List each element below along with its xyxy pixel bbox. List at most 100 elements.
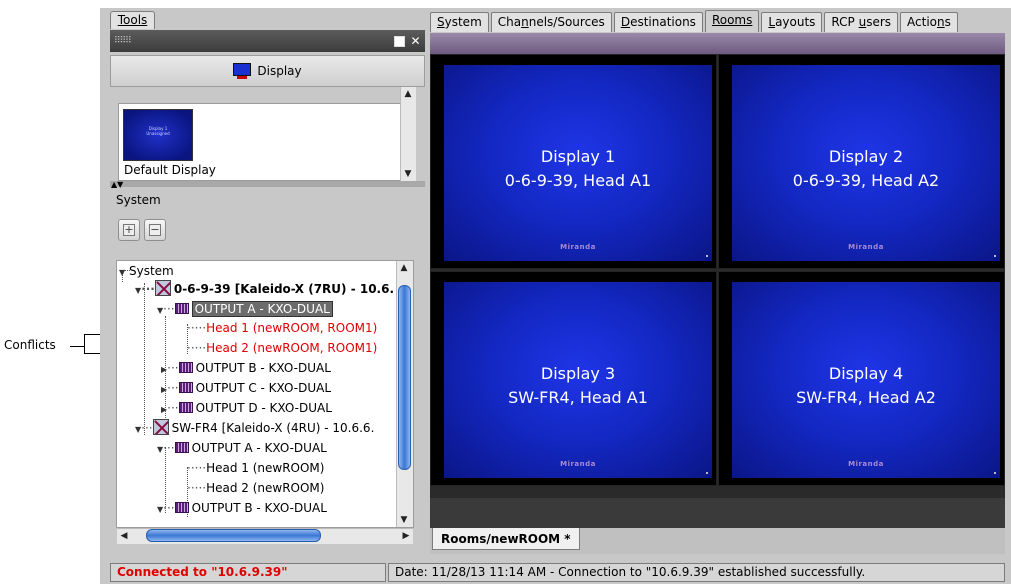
main-tabs: System Channels/Sources Destinations Roo… (430, 10, 960, 32)
room-canvas: Display 1 0-6-9-39, Head A1 Miranda Disp… (430, 54, 1005, 498)
device-conflict-icon (152, 419, 169, 435)
scroll-up-icon[interactable]: ▲ (401, 87, 415, 101)
panel-splitter[interactable] (110, 181, 425, 187)
tree-node-label: OUTPUT B - KXO-DUAL (191, 501, 327, 515)
palette-title-bar (110, 30, 425, 52)
tree-horizontal-scroll-thumb[interactable] (146, 529, 321, 542)
power-led-icon (994, 472, 996, 474)
display-name: Display 2 (828, 147, 904, 166)
tree-node-label: 0-6-9-39 [Kaleido-X (7RU) - 10.6. (173, 282, 395, 296)
display-1-screen[interactable]: Display 1 0-6-9-39, Head A1 Miranda (430, 54, 717, 269)
default-display-thumbnail[interactable]: Display 1 Unassigned (123, 109, 193, 161)
device-conflict-icon (154, 280, 171, 296)
tab-tools[interactable]: Tools (110, 11, 155, 29)
tab-label-pre: Cha (497, 15, 522, 29)
tab-label-pre: Actio (907, 15, 938, 29)
tab-system[interactable]: System (430, 12, 489, 32)
tree-node-label: OUTPUT C - KXO-DUAL (195, 381, 332, 395)
tab-label-pre: RCP (831, 15, 859, 29)
thumb-line2: Unassigned (146, 131, 170, 136)
output-card-icon (178, 362, 193, 373)
connection-status: Connected to "10.6.9.39" (110, 563, 386, 582)
annotation-bracket (84, 334, 85, 354)
tree-output-b[interactable]: ▶··· OUTPUT B - KXO-DUAL (161, 359, 331, 377)
tree-output-c[interactable]: ▶··· OUTPUT C - KXO-DUAL (161, 379, 331, 397)
tab-rooms[interactable]: Rooms (704, 10, 760, 32)
palette-scrollbar[interactable]: ▲ ▼ (400, 87, 416, 181)
power-led-icon (706, 472, 708, 474)
tree-node-label: Head 1 (newROOM) (206, 461, 325, 475)
tree-output-d[interactable]: ▶··· OUTPUT D - KXO-DUAL (161, 399, 332, 417)
tree-head2[interactable]: ·····Head 2 (newROOM) (187, 479, 324, 497)
tab-label-mnemonic: D (620, 15, 631, 29)
remove-button[interactable]: − (144, 219, 166, 241)
scroll-left-icon[interactable]: ◀ (117, 529, 131, 543)
display-source: 0-6-9-39, Head A1 (504, 171, 652, 190)
grip-icon[interactable]: ⠿⠿⠿ (114, 36, 132, 46)
maximize-icon[interactable] (394, 36, 405, 47)
tree-head2-conflict[interactable]: ·····Head 2 (newROOM, ROOM1) (187, 339, 377, 357)
tree-node-label: OUTPUT D - KXO-DUAL (195, 401, 332, 415)
tree-root-toggle-icon[interactable]: ▼ (119, 268, 125, 277)
tab-label-post: ayouts (775, 15, 816, 29)
tab-layouts[interactable]: Layouts (761, 12, 823, 32)
conflicts-annotation-label: Conflicts (4, 338, 56, 352)
system-panel-label: System (116, 193, 161, 207)
display-name: Display 3 (540, 364, 616, 383)
tree-node-label: Head 1 (newROOM, ROOM1) (206, 321, 378, 335)
scroll-down-icon[interactable]: ▼ (401, 167, 415, 181)
tree-node-label: SW-FR4 [Kaleido-X (4RU) - 10.6.6. (171, 421, 375, 435)
tree-head1-conflict[interactable]: ·····Head 1 (newROOM, ROOM1) (187, 319, 377, 337)
tab-label-mnemonic: n (937, 15, 945, 29)
room-title-bar (430, 33, 1005, 54)
tree-device-0-6-9-39[interactable]: ▼··· 0-6-9-39 [Kaleido-X (7RU) - 10.6. (135, 280, 394, 298)
display-4-screen[interactable]: Display 4 SW-FR4, Head A2 Miranda (718, 271, 1005, 486)
output-card-icon (178, 402, 193, 413)
display-source: 0-6-9-39, Head A2 (792, 171, 940, 190)
tree-vertical-scroll-thumb[interactable] (398, 285, 411, 470)
tree-device-sw-fr4[interactable]: ▼··· SW-FR4 [Kaleido-X (4RU) - 10.6.6. (135, 419, 374, 437)
room-bottom-strip (430, 498, 1005, 528)
tab-destinations[interactable]: Destinations (613, 12, 703, 32)
brand-logo: Miranda (848, 243, 884, 251)
display-name: Display 4 (828, 364, 904, 383)
tree-root-label: System (128, 264, 174, 278)
scroll-up-icon[interactable]: ▲ (397, 261, 411, 275)
output-card-icon (174, 442, 189, 453)
annotation-line (70, 346, 84, 347)
close-icon[interactable]: ✕ (410, 35, 421, 47)
splitter-arrows-icon[interactable]: ▲▼ (111, 180, 123, 189)
tab-rcp-users[interactable]: RCP users (824, 12, 899, 32)
tab-label-mnemonic: S (437, 15, 445, 29)
tab-actions[interactable]: Actions (900, 12, 958, 32)
tab-label-post: s (944, 15, 951, 29)
output-card-icon (178, 382, 193, 393)
tab-label-mnemonic: n (521, 15, 529, 29)
scroll-down-icon[interactable]: ▼ (397, 513, 411, 527)
tree-head1[interactable]: ·····Head 1 (newROOM) (187, 459, 324, 477)
display-source: SW-FR4, Head A1 (508, 388, 648, 407)
scroll-right-icon[interactable]: ▶ (399, 529, 413, 543)
display-source: SW-FR4, Head A2 (796, 388, 936, 407)
display-palette-button[interactable]: Display (110, 55, 425, 87)
brand-logo: Miranda (560, 460, 596, 468)
tab-label-post: ystem (444, 15, 482, 29)
display-name: Display 1 (540, 147, 616, 166)
tree-output-b-sw[interactable]: ▼··· OUTPUT B - KXO-DUAL (157, 499, 327, 517)
tab-label-post: estinations (630, 15, 696, 29)
tab-channels-sources[interactable]: Channels/Sources (490, 12, 612, 32)
tab-label-mnemonic: Rooms (711, 13, 753, 27)
tree-node-label: OUTPUT B - KXO-DUAL (195, 361, 331, 375)
monitor-icon (233, 63, 252, 79)
tree-output-a-sw[interactable]: ▼··· OUTPUT A - KXO-DUAL (157, 439, 327, 457)
tree-node-label: OUTPUT A - KXO-DUAL (191, 441, 327, 455)
display-3-screen[interactable]: Display 3 SW-FR4, Head A1 Miranda (430, 271, 717, 486)
tab-label-post: sers (866, 15, 892, 29)
plus-icon: + (123, 223, 135, 236)
default-display-label: Default Display (124, 163, 216, 177)
document-tab-room[interactable]: Rooms/newROOM * (432, 528, 580, 550)
display-2-screen[interactable]: Display 2 0-6-9-39, Head A2 Miranda (718, 54, 1005, 269)
add-button[interactable]: + (118, 219, 140, 241)
tree-output-a-selected[interactable]: ▼··· OUTPUT A - KXO-DUAL (157, 300, 333, 318)
tree-root[interactable]: ▼ System (119, 262, 174, 280)
